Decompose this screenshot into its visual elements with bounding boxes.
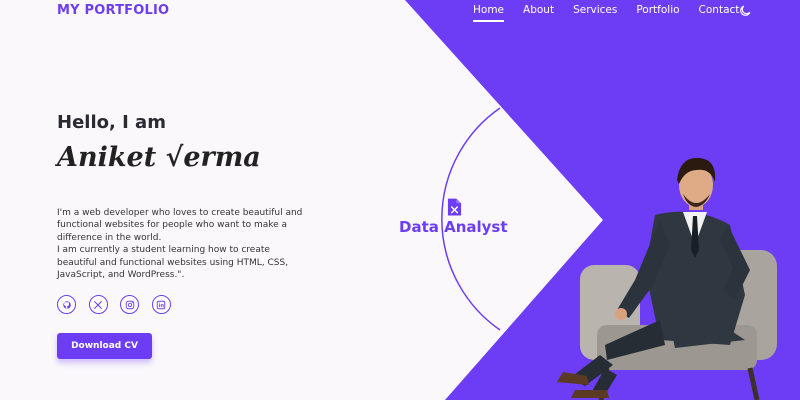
download-cv-button[interactable]: Download CV: [57, 333, 152, 359]
excel-file-icon: [447, 198, 462, 216]
portrait-illustration: [557, 157, 777, 400]
hero-name: Aniket √erma: [57, 142, 261, 173]
site-logo[interactable]: MY PORTFOLIO: [57, 3, 169, 18]
github-link[interactable]: [57, 295, 76, 314]
github-icon: [62, 300, 71, 309]
main-nav: Home About Services Portfolio Contact: [473, 4, 758, 22]
x-icon: [94, 300, 102, 309]
linkedin-link[interactable]: [151, 295, 171, 314]
nav-home[interactable]: Home: [473, 4, 505, 22]
bio-paragraph-1: I'm a web developer who loves to create …: [57, 208, 303, 243]
x-link[interactable]: [88, 295, 108, 314]
bio-paragraph-2: I am currently a student learning how to…: [57, 245, 289, 281]
nav-contact[interactable]: Contact: [699, 4, 740, 20]
role-label: Data Analyst: [399, 218, 508, 236]
linkedin-icon: [156, 300, 166, 309]
instagram-link[interactable]: [120, 295, 139, 314]
nav-about[interactable]: About: [523, 4, 554, 20]
nav-services[interactable]: Services: [573, 4, 617, 20]
moon-icon[interactable]: [738, 4, 752, 18]
hero-greeting: Hello, I am: [57, 112, 166, 133]
hero-bio: I'm a web developer who loves to create …: [57, 207, 307, 281]
instagram-icon: [125, 300, 134, 309]
nav-portfolio[interactable]: Portfolio: [636, 4, 679, 20]
social-links: [57, 295, 183, 314]
